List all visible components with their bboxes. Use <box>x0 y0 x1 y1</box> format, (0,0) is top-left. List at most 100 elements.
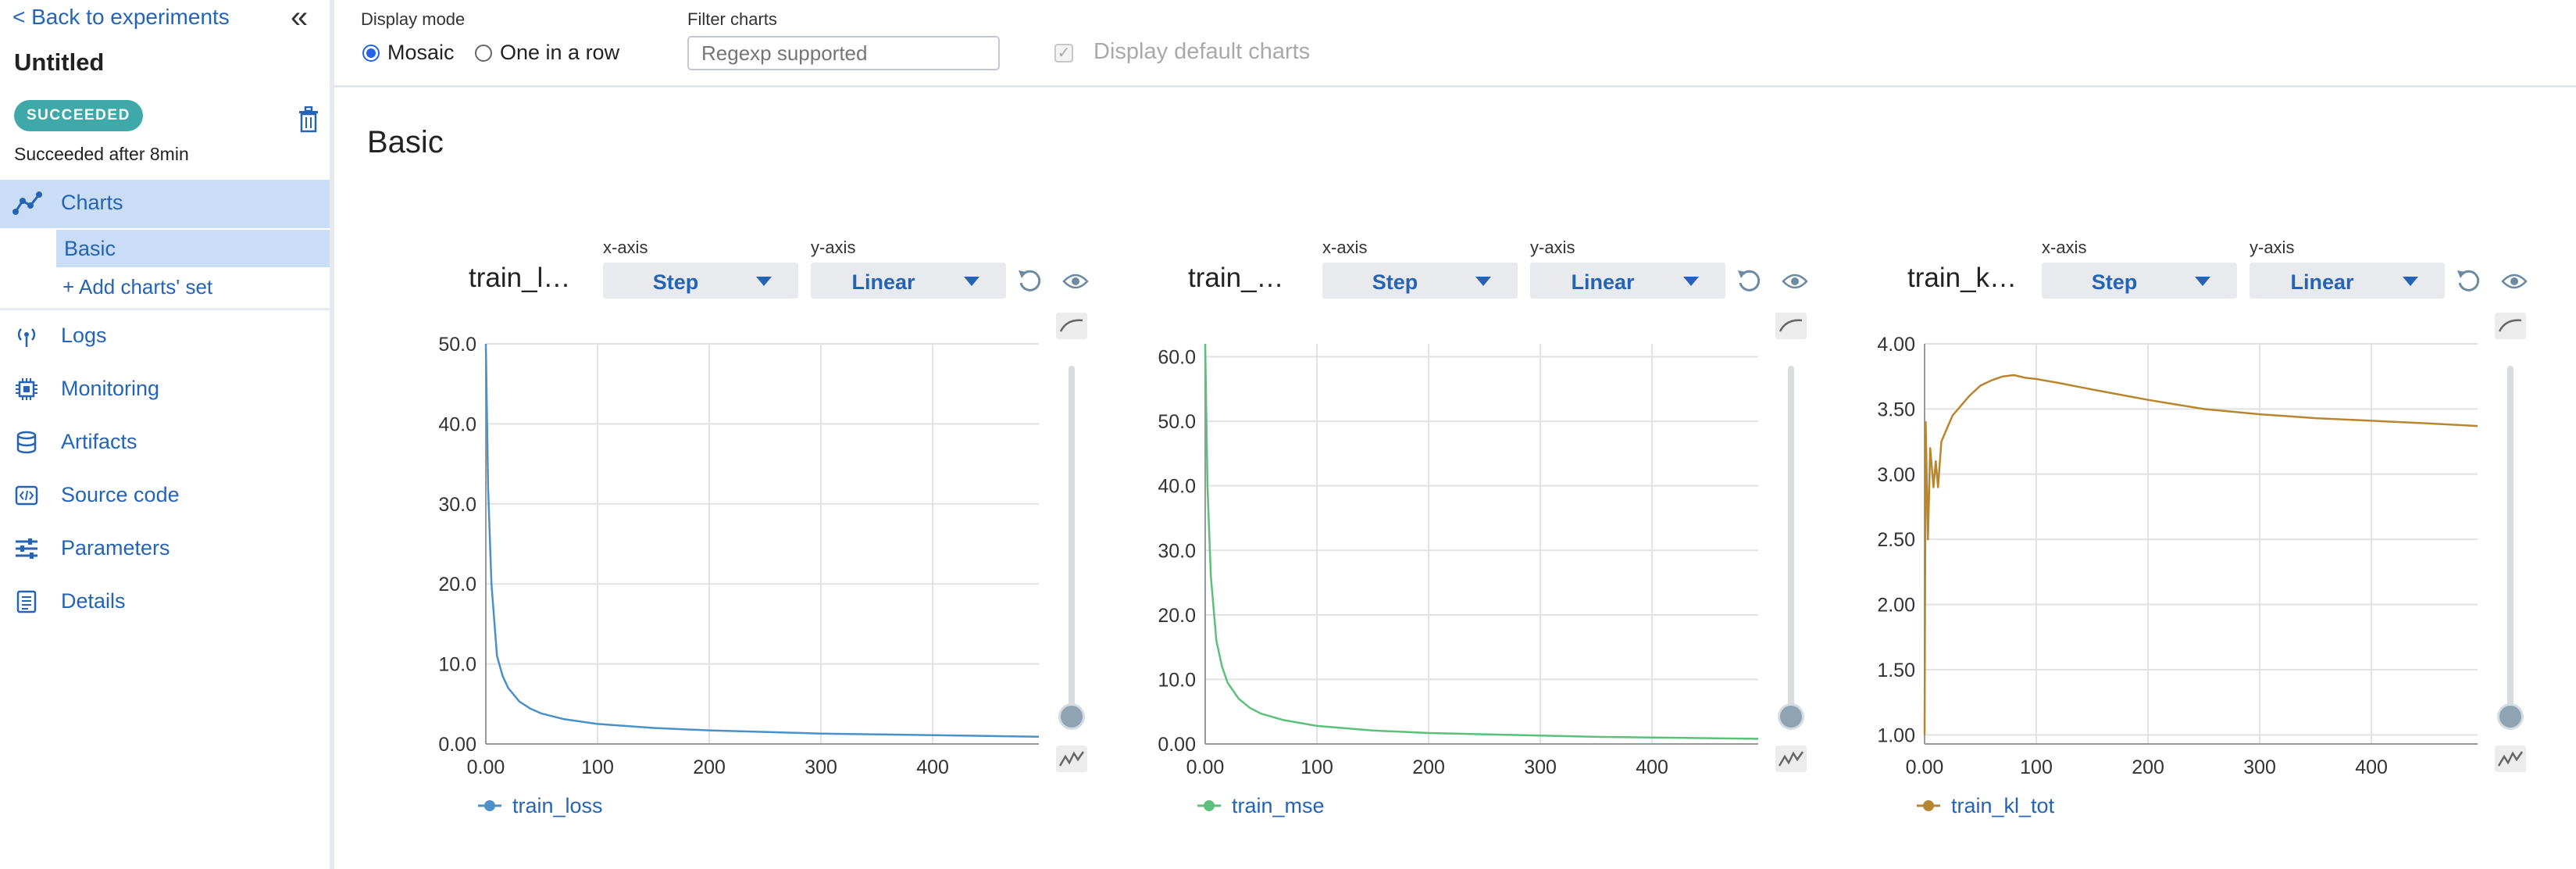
display-default-charts-checkbox[interactable]: ✓ <box>1054 44 1073 63</box>
y-tick-label: 50.0 <box>1158 411 1196 433</box>
y-tick-label: 40.0 <box>1158 476 1196 498</box>
nav-item-source-code[interactable]: Source code <box>0 474 330 517</box>
database-icon <box>16 431 37 454</box>
nav-item-basic[interactable]: Basic <box>56 230 330 267</box>
chart-title: train_k… <box>1907 263 2018 293</box>
eye-icon[interactable] <box>1782 270 1808 292</box>
filter-charts-label: Filter charts <box>687 9 777 29</box>
sidebar-divider <box>0 308 330 310</box>
nav-item-logs[interactable]: Logs <box>0 314 330 358</box>
display-default-charts-label[interactable]: Display default charts <box>1094 39 1310 65</box>
x-axis-select[interactable]: Step <box>2042 263 2237 299</box>
collapse-sidebar-icon[interactable]: « <box>291 0 308 34</box>
x-tick-label: 100 <box>2020 756 2053 778</box>
y-tick-label: 1.50 <box>1877 660 1915 681</box>
x-tick-label: 400 <box>2355 756 2388 778</box>
y-tick-label: 3.50 <box>1877 399 1915 420</box>
status-badge: SUCCEEDED <box>14 100 143 131</box>
y-tick-label: 30.0 <box>1158 540 1196 562</box>
x-axis-select[interactable]: Step <box>603 263 798 299</box>
y-tick-label: 60.0 <box>1158 347 1196 369</box>
toolbar: Display mode Mosaic One in a row Filter … <box>334 0 2576 88</box>
reset-zoom-icon[interactable] <box>1015 267 1044 295</box>
x-tick-label: 0.00 <box>1906 756 1944 778</box>
legend-swatch-icon <box>1917 800 1940 811</box>
series-line-train_kl_tot <box>1923 374 2478 735</box>
smoothing-slider-track[interactable] <box>1788 366 1794 717</box>
x-axis-caption: x-axis <box>603 238 648 257</box>
raw-curve-icon[interactable] <box>2495 746 2526 772</box>
smoothing-slider-thumb[interactable] <box>1778 703 1804 730</box>
x-tick-label: 100 <box>1300 756 1333 778</box>
mosaic-radio[interactable] <box>362 45 380 62</box>
nav-item-artifacts[interactable]: Artifacts <box>0 420 330 464</box>
chevron-down-icon <box>756 277 772 286</box>
raw-curve-icon[interactable] <box>1056 746 1087 772</box>
x-axis-select[interactable]: Step <box>1322 263 1518 299</box>
chart-line-icon <box>12 191 42 215</box>
y-tick-label: 3.00 <box>1877 464 1915 486</box>
filter-charts-input[interactable] <box>687 36 1000 70</box>
nav-item-charts-label: Charts <box>61 191 123 214</box>
back-to-experiments-link[interactable]: < Back to experiments <box>12 5 230 30</box>
legend-swatch-icon <box>1197 800 1221 811</box>
x-tick-label: 400 <box>1636 756 1668 778</box>
chevron-down-icon <box>2195 277 2210 286</box>
nav-item-details-label: Details <box>61 589 126 613</box>
nav-item-source-code-label: Source code <box>61 483 180 506</box>
y-axis-caption: y-axis <box>811 238 856 257</box>
chevron-down-icon <box>1683 277 1699 286</box>
y-tick-label: 10.0 <box>1158 669 1196 691</box>
x-tick-label: 200 <box>2132 756 2164 778</box>
x-tick-label: 300 <box>805 756 837 778</box>
document-icon <box>16 590 37 613</box>
y-axis-select-value: Linear <box>2290 270 2354 294</box>
y-tick-label: 50.0 <box>438 334 476 356</box>
experiment-title: Untitled <box>14 48 105 76</box>
raw-curve-icon[interactable] <box>1775 746 1807 772</box>
code-icon <box>15 485 38 506</box>
section-title: Basic <box>367 125 444 159</box>
smoothing-slider-track[interactable] <box>2507 366 2514 717</box>
y-axis-select[interactable]: Linear <box>811 263 1006 299</box>
nav-item-monitoring[interactable]: Monitoring <box>0 367 330 411</box>
mosaic-radio-label[interactable]: Mosaic <box>387 41 455 65</box>
x-tick-label: 0.00 <box>1186 756 1225 778</box>
y-axis-select[interactable]: Linear <box>2250 263 2445 299</box>
one-in-row-radio[interactable] <box>475 45 492 62</box>
series-line-train_loss <box>484 343 1040 738</box>
legend-label: train_mse <box>1232 794 1325 817</box>
x-tick-label: 0.00 <box>467 756 505 778</box>
reset-zoom-icon[interactable] <box>2454 267 2482 295</box>
eye-icon[interactable] <box>1062 270 1089 292</box>
x-tick-label: 200 <box>693 756 726 778</box>
x-axis-caption: x-axis <box>1322 238 1368 257</box>
y-tick-label: 2.50 <box>1877 529 1915 551</box>
one-in-row-radio-label[interactable]: One in a row <box>500 41 619 65</box>
nav-item-details[interactable]: Details <box>0 580 330 624</box>
y-axis-select[interactable]: Linear <box>1530 263 1725 299</box>
smoothing-slider-thumb[interactable] <box>1058 703 1085 730</box>
smooth-curve-icon[interactable] <box>2495 313 2526 339</box>
chart-title: train_l… <box>469 263 571 293</box>
sliders-icon <box>16 538 37 559</box>
nav-item-parameters[interactable]: Parameters <box>0 527 330 570</box>
smooth-curve-icon[interactable] <box>1775 313 1807 339</box>
smoothing-slider-track[interactable] <box>1069 366 1075 717</box>
chart-plot[interactable]: 1.00 1.50 2.00 2.50 3.00 3.50 4.00 0.00 100 200 30… <box>1877 234 2576 797</box>
chart-title: train_… <box>1188 263 1284 293</box>
y-axis-select-value: Linear <box>851 270 915 294</box>
trash-icon[interactable] <box>297 106 320 133</box>
reset-zoom-icon[interactable] <box>1735 267 1763 295</box>
y-tick-label: 4.00 <box>1877 334 1915 356</box>
smooth-curve-icon[interactable] <box>1056 313 1087 339</box>
x-axis-select-value: Step <box>2091 270 2138 294</box>
nav-item-charts[interactable]: Charts <box>0 180 330 228</box>
add-charts-set-link[interactable]: + Add charts' set <box>62 275 212 299</box>
x-axis-select-value: Step <box>652 270 699 294</box>
nav-item-artifacts-label: Artifacts <box>61 430 137 453</box>
eye-icon[interactable] <box>2501 270 2528 292</box>
legend-label: train_kl_tot <box>1951 794 2055 817</box>
y-tick-label: 40.0 <box>438 413 476 435</box>
smoothing-slider-thumb[interactable] <box>2497 703 2524 730</box>
